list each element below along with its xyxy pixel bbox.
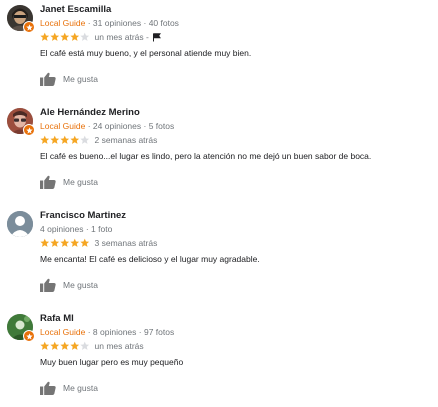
star-empty-icon [80, 135, 90, 145]
like-label: Me gusta [63, 383, 98, 393]
local-guide-label: Local Guide [40, 18, 86, 28]
local-guide-label: Local Guide [40, 327, 86, 337]
like-label: Me gusta [63, 280, 98, 290]
star-filled-icon [70, 135, 80, 145]
like-button[interactable]: Me gusta [40, 175, 98, 189]
star-filled-icon [50, 135, 60, 145]
local-guide-badge-icon [23, 21, 35, 33]
local-guide-label: Local Guide [40, 121, 86, 131]
like-button[interactable]: Me gusta [40, 381, 98, 395]
default-user-icon [7, 211, 33, 237]
star-filled-icon [40, 341, 50, 351]
reviewer-name[interactable]: Janet Escamilla [40, 4, 111, 15]
star-filled-icon [50, 32, 60, 42]
review-time: 2 semanas atrás [94, 135, 158, 145]
like-label: Me gusta [63, 177, 98, 187]
review-time: un mes atrás [94, 341, 144, 351]
star-filled-icon [40, 238, 50, 248]
local-guide-badge-icon [23, 124, 35, 136]
thumbs-up-icon [40, 278, 56, 292]
star-filled-icon [60, 341, 70, 351]
reviewer-stats: · 31 opiniones · 40 fotos [85, 18, 179, 28]
like-button[interactable]: Me gusta [40, 72, 98, 86]
star-filled-icon [70, 32, 80, 42]
reviewer-meta[interactable]: Local Guide · 8 opiniones · 97 fotos [40, 327, 174, 337]
star-rating [40, 341, 90, 351]
review-item: Francisco Martinez 4 opiniones · 1 foto … [0, 206, 438, 304]
reviewer-meta[interactable]: 4 opiniones · 1 foto [40, 224, 112, 234]
flag-icon[interactable] [152, 32, 161, 42]
reviewer-stats: · 24 opiniones · 5 fotos [85, 121, 175, 131]
review-item: Janet Escamilla Local Guide · 31 opinion… [0, 0, 438, 98]
reviewer-stats: · 8 opiniones · 97 fotos [85, 327, 175, 337]
star-empty-icon [80, 32, 90, 42]
star-filled-icon [60, 238, 70, 248]
review-text: El café está muy bueno, y el personal at… [40, 48, 252, 58]
review-time: un mes atrás - [94, 32, 149, 42]
thumbs-up-icon [40, 175, 56, 189]
thumbs-up-icon [40, 72, 56, 86]
reviewer-meta[interactable]: Local Guide · 24 opiniones · 5 fotos [40, 121, 174, 131]
reviewer-meta[interactable]: Local Guide · 31 opiniones · 40 fotos [40, 18, 179, 28]
star-rating [40, 238, 90, 248]
reviewer-avatar[interactable] [7, 211, 33, 237]
review-item: Rafa Ml Local Guide · 8 opiniones · 97 f… [0, 309, 438, 407]
local-guide-badge-icon [23, 330, 35, 342]
rating-row: un mes atrás - [40, 32, 161, 42]
reviewer-name[interactable]: Ale Hernández Merino [40, 107, 140, 118]
star-filled-icon [60, 135, 70, 145]
review-text: Me encanta! El café es delicioso y el lu… [40, 254, 260, 264]
star-filled-icon [40, 135, 50, 145]
rating-row: un mes atrás [40, 341, 144, 351]
star-filled-icon [70, 238, 80, 248]
reviewer-name[interactable]: Francisco Martinez [40, 210, 126, 221]
reviewer-name[interactable]: Rafa Ml [40, 313, 74, 324]
star-filled-icon [50, 238, 60, 248]
star-filled-icon [50, 341, 60, 351]
rating-row: 3 semanas atrás [40, 238, 157, 248]
reviewer-stats: 4 opiniones · 1 foto [40, 224, 113, 234]
review-text: Muy buen lugar pero es muy pequeño [40, 357, 184, 367]
thumbs-up-icon [40, 381, 56, 395]
like-button[interactable]: Me gusta [40, 278, 98, 292]
review-text: El café es bueno...el lugar es lindo, pe… [40, 151, 372, 161]
star-filled-icon [80, 238, 90, 248]
star-filled-icon [40, 32, 50, 42]
star-filled-icon [60, 32, 70, 42]
rating-row: 2 semanas atrás [40, 135, 157, 145]
star-empty-icon [80, 341, 90, 351]
review-time: 3 semanas atrás [94, 238, 158, 248]
star-filled-icon [70, 341, 80, 351]
review-item: Ale Hernández Merino Local Guide · 24 op… [0, 103, 438, 201]
like-label: Me gusta [63, 74, 98, 84]
star-rating [40, 32, 90, 42]
star-rating [40, 135, 90, 145]
